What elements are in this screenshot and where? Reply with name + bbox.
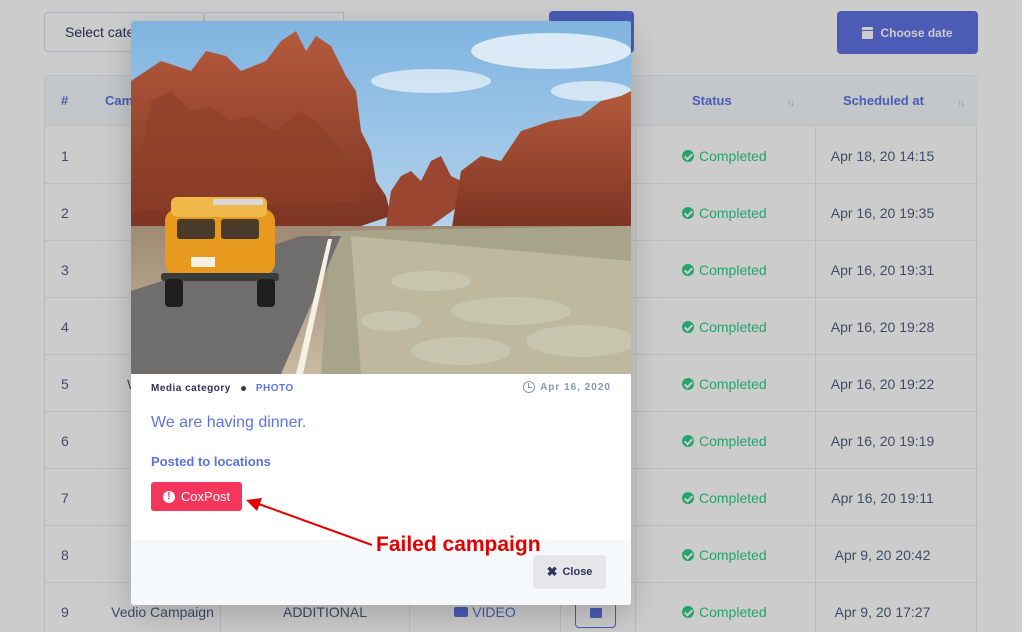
campaign-photo	[131, 21, 631, 374]
close-icon: ✖	[546, 564, 558, 579]
post-text: We are having dinner.	[151, 414, 307, 431]
media-type-label: PHOTO	[255, 383, 294, 394]
campaign-detail-modal: Media category PHOTO Apr 16, 2020 We are…	[131, 21, 631, 605]
location-name: CoxPost	[180, 489, 231, 504]
clock-icon	[523, 381, 536, 393]
close-button[interactable]: ✖ Close	[533, 555, 606, 589]
close-label: Close	[562, 566, 593, 578]
media-meta: Media category PHOTO	[151, 383, 294, 394]
post-date: Apr 16, 2020	[523, 381, 611, 393]
exclamation-circle-icon: !	[162, 490, 175, 503]
annotation-label: Failed campaign	[376, 533, 541, 556]
media-category-label: Media category	[151, 383, 231, 394]
posted-locations-label: Posted to locations	[151, 454, 271, 469]
separator-dot-icon	[240, 386, 246, 391]
post-date-text: Apr 16, 2020	[540, 381, 611, 393]
location-failed-badge[interactable]: ! CoxPost	[151, 482, 242, 511]
